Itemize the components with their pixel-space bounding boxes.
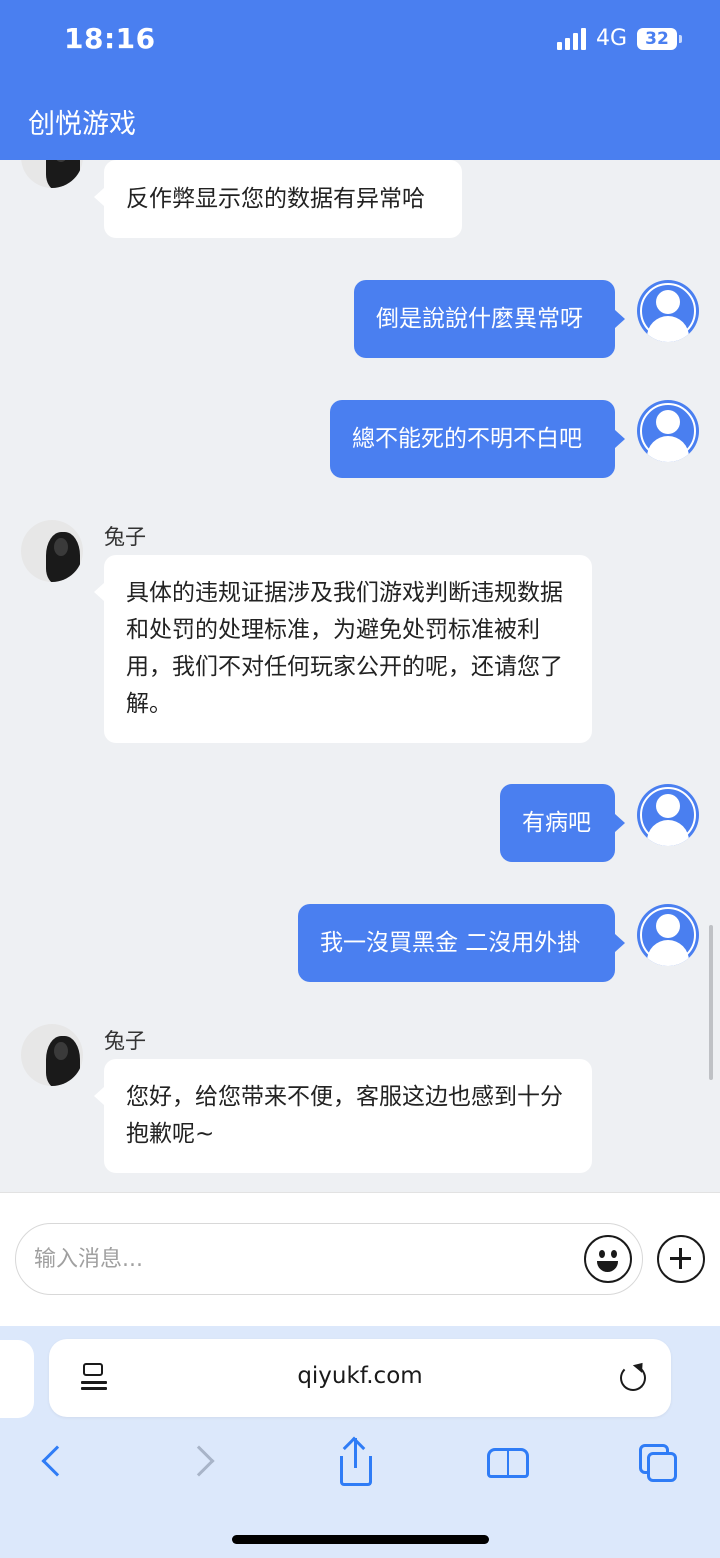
agent-avatar bbox=[21, 1024, 83, 1086]
user-avatar bbox=[637, 784, 699, 846]
status-time: 18:16 bbox=[64, 22, 156, 55]
agent-name: 兔子 bbox=[104, 525, 146, 549]
network-type: 4G bbox=[595, 26, 627, 51]
chat-area[interactable]: 反作弊显示您的数据有异常哈 倒是說說什麼異常呀 總不能死的不明不白吧 兔子 具体… bbox=[0, 160, 720, 1192]
user-message-bubble: 我一沒買黑金 二沒用外掛 bbox=[298, 904, 625, 982]
message-text: 總不能死的不明不白吧 bbox=[352, 426, 582, 452]
share-button[interactable] bbox=[331, 1436, 381, 1488]
emoji-icon[interactable] bbox=[584, 1235, 632, 1283]
status-indicators: 4G 32 bbox=[556, 26, 682, 51]
home-indicator[interactable] bbox=[232, 1535, 489, 1544]
reload-icon[interactable] bbox=[620, 1365, 646, 1391]
page-title: 创悦游戏 bbox=[28, 109, 136, 140]
user-message-bubble: 有病吧 bbox=[500, 784, 625, 862]
tabs-button[interactable] bbox=[636, 1438, 686, 1488]
user-message-bubble: 倒是說說什麼異常呀 bbox=[354, 280, 625, 358]
agent-message-bubble: 反作弊显示您的数据有异常哈 bbox=[94, 160, 462, 238]
forward-button[interactable] bbox=[180, 1438, 230, 1488]
agent-avatar bbox=[21, 520, 83, 582]
user-avatar bbox=[637, 904, 699, 966]
user-avatar bbox=[637, 280, 699, 342]
agent-name: 兔子 bbox=[104, 1029, 146, 1053]
signal-icon bbox=[556, 27, 586, 50]
battery-icon: 32 bbox=[637, 27, 682, 50]
chevron-left-icon bbox=[41, 1445, 73, 1477]
message-input-box[interactable] bbox=[15, 1223, 643, 1295]
agent-avatar bbox=[21, 160, 83, 188]
message-text: 具体的违规证据涉及我们游戏判断违规数据和处罚的处理标准，为避免处罚标准被利用，我… bbox=[126, 580, 563, 717]
url-text: qiyukf.com bbox=[297, 1363, 423, 1389]
bookmarks-button[interactable] bbox=[484, 1438, 534, 1488]
message-text: 您好，给您带来不便，客服这边也感到十分抱歉呢~ bbox=[126, 1084, 563, 1147]
composer bbox=[0, 1192, 720, 1326]
message-text: 我一沒買黑金 二沒用外掛 bbox=[320, 930, 581, 956]
chat-scrollbar[interactable] bbox=[709, 925, 713, 1080]
user-avatar bbox=[637, 400, 699, 462]
previous-tab[interactable] bbox=[0, 1340, 34, 1418]
message-text: 反作弊显示您的数据有异常哈 bbox=[126, 186, 425, 212]
address-bar[interactable]: qiyukf.com bbox=[49, 1339, 671, 1417]
back-button[interactable] bbox=[26, 1438, 76, 1488]
agent-message-bubble: 具体的违规证据涉及我们游戏判断违规数据和处罚的处理标准，为避免处罚标准被利用，我… bbox=[94, 555, 592, 743]
browser-toolbar: qiyukf.com bbox=[0, 1326, 720, 1558]
user-message-bubble: 總不能死的不明不白吧 bbox=[330, 400, 625, 478]
message-input[interactable] bbox=[34, 1242, 554, 1276]
agent-message-bubble: 您好，给您带来不便，客服这边也感到十分抱歉呢~ bbox=[94, 1059, 592, 1173]
chevron-right-icon bbox=[183, 1445, 215, 1477]
add-attachment-button[interactable] bbox=[657, 1235, 705, 1283]
app-header: 18:16 4G 32 创悦游戏 bbox=[0, 0, 720, 160]
message-text: 有病吧 bbox=[522, 810, 591, 836]
message-text: 倒是說說什麼異常呀 bbox=[376, 306, 583, 332]
battery-level: 32 bbox=[637, 27, 677, 50]
